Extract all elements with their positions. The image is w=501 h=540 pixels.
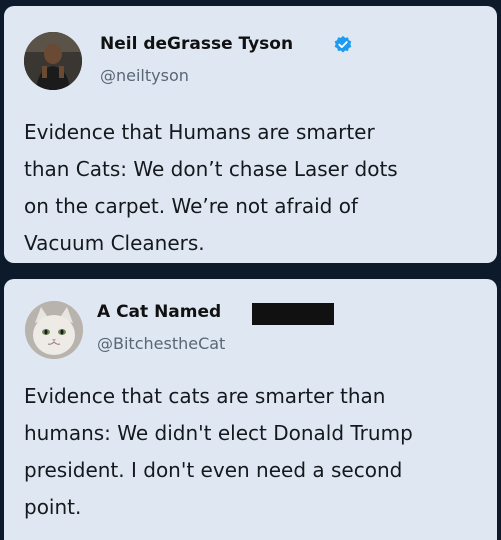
redaction-bar (252, 303, 334, 325)
avatar[interactable] (25, 301, 83, 359)
tweet-text: Evidence that cats are smarter than huma… (24, 384, 413, 519)
profile-photo-icon (24, 32, 82, 90)
author-name[interactable]: Neil deGrasse Tyson (100, 34, 293, 54)
screenshot-frame: Neil deGrasse Tyson @neiltyson Evidence … (0, 0, 501, 540)
author-handle[interactable]: @BitchestheCat (97, 334, 225, 353)
author-handle[interactable]: @neiltyson (100, 66, 189, 85)
author-name[interactable]: A Cat Named (97, 302, 221, 322)
tweet-text: Evidence that Humans are smarter than Ca… (24, 120, 398, 255)
avatar[interactable] (24, 32, 82, 90)
tweet-card-cat[interactable]: A Cat Named @BitchestheCat Evidence that… (4, 279, 497, 540)
verified-badge-icon (334, 35, 352, 53)
tweet-card-neil[interactable]: Neil deGrasse Tyson @neiltyson Evidence … (4, 6, 497, 263)
cat-photo-icon (25, 301, 83, 359)
